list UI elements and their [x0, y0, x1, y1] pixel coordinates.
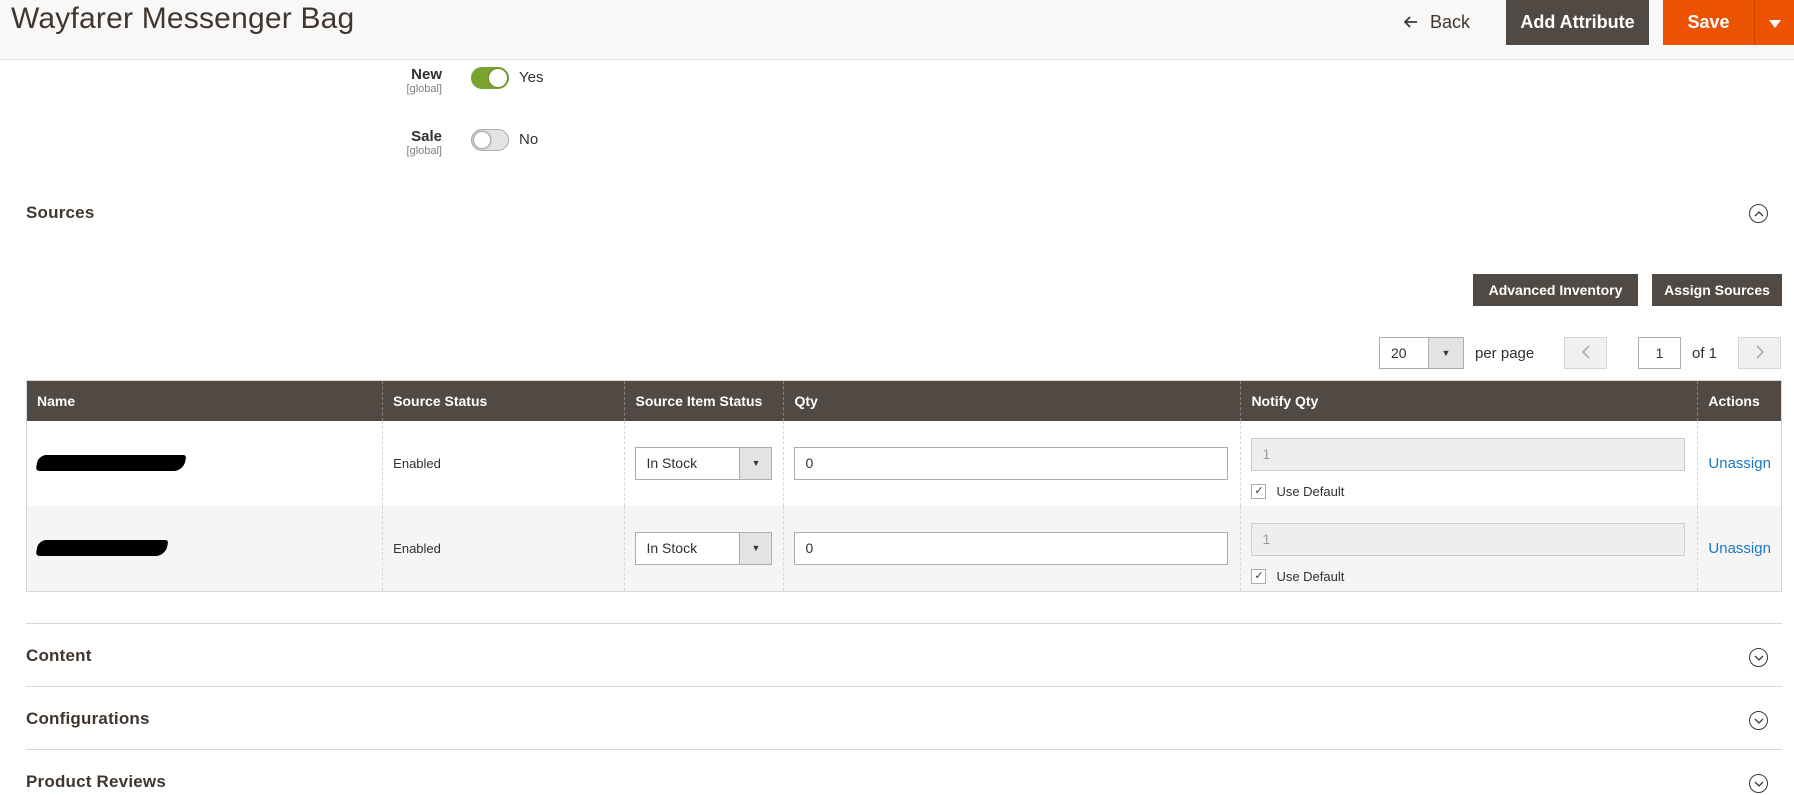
arrow-left-icon — [1403, 13, 1418, 31]
redacted-source-name — [35, 455, 187, 471]
caret-down-icon: ▼ — [739, 447, 772, 479]
use-default-checkbox[interactable]: ✓ — [1251, 483, 1267, 499]
table-row: Enabled In Stock ▼ ✓ Use Default Unassig… — [26, 505, 1782, 592]
per-page-label: per page — [1475, 345, 1535, 362]
chevron-right-icon — [1755, 343, 1765, 364]
previous-page-button[interactable] — [1564, 337, 1607, 369]
field-label: Sale — [411, 128, 442, 145]
save-button[interactable]: Save — [1663, 0, 1755, 45]
next-page-button[interactable] — [1738, 337, 1781, 369]
caret-down-icon — [1769, 15, 1781, 31]
toggle-knob — [489, 69, 507, 87]
use-default-option[interactable]: ✓ Use Default — [1251, 568, 1687, 584]
sale-toggle-switch[interactable] — [471, 129, 509, 151]
advanced-inventory-button[interactable]: Advanced Inventory — [1473, 274, 1638, 306]
item-status-value: In Stock — [646, 454, 698, 471]
new-toggle-switch[interactable] — [471, 67, 509, 89]
column-header-qty: Qty — [783, 380, 1241, 421]
field-scope: [global] — [406, 145, 442, 157]
configurations-section[interactable]: Configurations — [26, 686, 1782, 749]
field-scope: [global] — [406, 83, 442, 95]
sources-section-title[interactable]: Sources — [26, 203, 95, 223]
back-label: Back — [1430, 11, 1471, 32]
chevron-left-icon — [1581, 343, 1591, 364]
sale-attribute-field: Sale [global] No — [0, 128, 700, 168]
chevron-up-icon[interactable] — [1749, 204, 1768, 223]
field-label: New — [411, 66, 442, 83]
source-name-cell — [26, 505, 383, 592]
new-attribute-field: New [global] Yes — [0, 66, 700, 106]
toggle-knob — [473, 131, 491, 149]
column-header-actions: Actions — [1697, 380, 1782, 421]
source-name-cell — [26, 420, 383, 506]
content-section[interactable]: Content — [26, 623, 1782, 686]
column-header-name: Name — [26, 380, 383, 421]
use-default-option[interactable]: ✓ Use Default — [1251, 483, 1687, 499]
section-title: Configurations — [26, 709, 150, 728]
sources-grid: Name Source Status Source Item Status Qt… — [26, 380, 1782, 592]
source-item-status-select[interactable]: In Stock ▼ — [635, 531, 773, 565]
item-status-cell: In Stock ▼ — [624, 505, 784, 592]
product-reviews-section[interactable]: Product Reviews — [26, 749, 1782, 795]
column-header-source-status: Source Status — [382, 380, 625, 421]
page-count-label: of 1 — [1692, 345, 1718, 362]
back-button[interactable]: Back — [1403, 8, 1471, 36]
column-header-notify-qty: Notify Qty — [1240, 380, 1698, 421]
qty-input[interactable] — [794, 531, 1229, 565]
item-status-value: In Stock — [646, 539, 698, 556]
section-title: Product Reviews — [26, 772, 166, 791]
per-page-select[interactable]: 20 ▼ — [1379, 337, 1464, 369]
notify-qty-input — [1251, 437, 1686, 471]
notify-qty-input — [1251, 522, 1686, 556]
unassign-link[interactable]: Unassign — [1708, 455, 1771, 472]
grid-header-row: Name Source Status Source Item Status Qt… — [26, 380, 1782, 421]
toggle-value-text: Yes — [519, 69, 544, 86]
use-default-label: Use Default — [1276, 568, 1345, 584]
use-default-label: Use Default — [1276, 483, 1345, 499]
save-split-button: Save — [1663, 0, 1794, 45]
caret-down-icon: ▼ — [1428, 338, 1463, 368]
add-attribute-button[interactable]: Add Attribute — [1506, 0, 1649, 45]
section-title: Content — [26, 646, 92, 665]
actions-cell: Unassign — [1697, 420, 1782, 506]
chevron-down-icon[interactable] — [1749, 774, 1768, 793]
use-default-checkbox[interactable]: ✓ — [1251, 568, 1267, 584]
qty-cell — [783, 420, 1241, 506]
column-header-source-item-status: Source Item Status — [624, 380, 784, 421]
toggle-value-text: No — [519, 131, 539, 148]
chevron-down-icon[interactable] — [1749, 648, 1768, 667]
redacted-source-name — [35, 540, 169, 557]
table-row: Enabled In Stock ▼ ✓ Use Default Unassig… — [26, 420, 1782, 506]
page-header: Wayfarer Messenger Bag Back Add Attribut… — [0, 0, 1794, 60]
actions-cell: Unassign — [1697, 505, 1782, 592]
page-number-input[interactable] — [1638, 337, 1681, 369]
item-status-cell: In Stock ▼ — [624, 420, 784, 506]
qty-input[interactable] — [794, 446, 1229, 480]
save-options-toggle[interactable] — [1755, 0, 1794, 45]
chevron-down-icon[interactable] — [1749, 711, 1768, 730]
unassign-link[interactable]: Unassign — [1708, 540, 1771, 557]
per-page-value: 20 — [1391, 345, 1407, 361]
notify-qty-cell: ✓ Use Default — [1240, 505, 1698, 592]
source-status-cell: Enabled — [382, 505, 625, 592]
caret-down-icon: ▼ — [739, 532, 772, 564]
notify-qty-cell: ✓ Use Default — [1240, 420, 1698, 506]
source-item-status-select[interactable]: In Stock ▼ — [635, 446, 773, 480]
qty-cell — [783, 505, 1241, 592]
source-status-cell: Enabled — [382, 420, 625, 506]
assign-sources-button[interactable]: Assign Sources — [1652, 274, 1782, 306]
page-title: Wayfarer Messenger Bag — [11, 2, 355, 35]
